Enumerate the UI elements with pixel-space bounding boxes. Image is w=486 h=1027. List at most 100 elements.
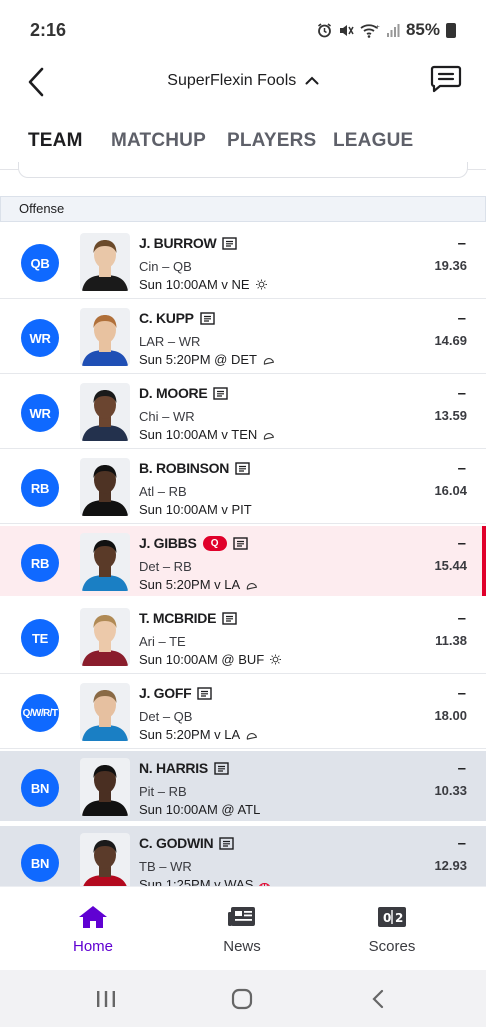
- row-divider: [0, 298, 486, 299]
- player-headshot[interactable]: [80, 533, 130, 591]
- roster-row[interactable]: BN N. HARRIS Pit – RB Sun 10:00AM @ ATL – 10.…: [0, 751, 486, 821]
- nav-news[interactable]: News: [182, 905, 302, 955]
- home-system-button[interactable]: [222, 986, 262, 1012]
- position-badge[interactable]: BN: [21, 844, 59, 882]
- roster-row[interactable]: TE T. MCBRIDE Ari – TE Sun 10:00AM @ BUF – 11…: [0, 601, 486, 671]
- player-note-icon[interactable]: [213, 386, 229, 400]
- player-name[interactable]: B. ROBINSON: [139, 460, 229, 476]
- player-headshot[interactable]: [80, 458, 130, 516]
- position-badge[interactable]: WR: [21, 394, 59, 432]
- player-note-icon[interactable]: [222, 236, 238, 250]
- player-name[interactable]: D. MOORE: [139, 385, 208, 401]
- player-headshot[interactable]: [80, 758, 130, 816]
- player-headshot[interactable]: [80, 833, 130, 886]
- section-header-offense: Offense: [0, 196, 486, 222]
- back-chevron-icon: [372, 989, 384, 1009]
- nav-home[interactable]: Home: [33, 905, 153, 955]
- player-headshot[interactable]: [80, 683, 130, 741]
- position-badge[interactable]: WR: [21, 319, 59, 357]
- chat-button[interactable]: [430, 64, 470, 100]
- player-photo: [80, 233, 130, 291]
- projection-status: –: [457, 610, 466, 627]
- player-headshot[interactable]: [80, 308, 130, 366]
- league-switcher[interactable]: SuperFlexin Fools: [0, 72, 486, 90]
- news-icon: [228, 907, 255, 926]
- projection-status: –: [457, 760, 466, 777]
- tab-players[interactable]: PLAYERS: [227, 118, 316, 152]
- row-divider: [0, 373, 486, 374]
- player-team-position: Pit – RB: [139, 784, 187, 799]
- player-headshot[interactable]: [80, 383, 130, 441]
- battery-percent: 85%: [405, 20, 440, 39]
- roster-row[interactable]: RB J. GIBBS Q Det – RB Sun 5:20PM v LA – 15.44: [0, 526, 486, 596]
- system-nav: [0, 970, 486, 1027]
- svg-text:2: 2: [395, 911, 403, 925]
- player-note-icon[interactable]: [235, 461, 250, 475]
- position-badge[interactable]: RB: [21, 544, 59, 582]
- player-name[interactable]: J. GIBBS: [139, 535, 197, 551]
- scores-icon: 02: [378, 907, 406, 927]
- system-back-button[interactable]: [358, 986, 398, 1012]
- player-points: 11.38: [435, 633, 467, 648]
- player-note-icon[interactable]: [222, 611, 237, 625]
- player-name-line: J. BURROW: [139, 235, 238, 251]
- player-name-line: T. MCBRIDE: [139, 610, 237, 626]
- wind-icon: [259, 883, 271, 886]
- player-name[interactable]: T. MCBRIDE: [139, 610, 216, 626]
- player-name[interactable]: J. GOFF: [139, 685, 192, 701]
- roster-row[interactable]: BN C. GODWIN TB – WR Sun 1:25PM v WAS – 12.93: [0, 826, 486, 886]
- player-note-icon[interactable]: [214, 761, 229, 775]
- position-badge[interactable]: QB: [21, 244, 59, 282]
- player-note-icon[interactable]: [232, 536, 248, 550]
- player-note-icon[interactable]: [197, 686, 213, 700]
- game-info: Sun 10:00AM v PIT: [139, 502, 252, 517]
- position-badge[interactable]: BN: [21, 769, 59, 807]
- projection-status: –: [457, 685, 466, 702]
- player-team-position: Atl – RB: [139, 484, 187, 499]
- tab-matchup[interactable]: MATCHUP: [111, 118, 206, 152]
- game-time: Sun 10:00AM v NE: [139, 277, 250, 292]
- game-time: Sun 5:20PM v LA: [139, 577, 241, 592]
- home-circle-icon: [231, 988, 253, 1010]
- player-note-icon[interactable]: [199, 311, 215, 325]
- game-time: Sun 10:00AM v PIT: [139, 502, 252, 517]
- player-name[interactable]: N. HARRIS: [139, 760, 208, 776]
- roster-row[interactable]: RB B. ROBINSON Atl – RB Sun 10:00AM v PIT – 1…: [0, 451, 486, 521]
- player-headshot[interactable]: [80, 233, 130, 291]
- roster-row[interactable]: WR C. KUPP LAR – WR Sun 5:20PM @ DET – 14.69: [0, 301, 486, 371]
- row-divider: [0, 523, 486, 524]
- game-time: Sun 10:00AM @ ATL: [139, 802, 261, 817]
- cloud-icon: [264, 433, 275, 440]
- recents-button[interactable]: [86, 986, 126, 1012]
- player-note-icon[interactable]: [219, 836, 234, 850]
- player-points: 18.00: [434, 708, 467, 723]
- projection-status: –: [457, 235, 466, 252]
- game-info: Sun 5:20PM v LA: [139, 577, 258, 592]
- player-points: 15.44: [434, 558, 467, 573]
- nav-scores[interactable]: 02 Scores: [332, 905, 452, 955]
- player-name[interactable]: J. BURROW: [139, 235, 217, 251]
- alarm-icon: [317, 22, 331, 37]
- svg-text:0: 0: [383, 911, 391, 925]
- roster-row[interactable]: QB J. BURROW Cin – QB Sun 10:00AM v NE – 19.3…: [0, 226, 486, 296]
- player-team-position: Chi – WR: [139, 409, 195, 424]
- position-badge[interactable]: RB: [21, 469, 59, 507]
- roster-row[interactable]: WR D. MOORE Chi – WR Sun 10:00AM v TEN – 13.5…: [0, 376, 486, 446]
- roster-row[interactable]: Q/W/R/T J. GOFF Det – QB Sun 5:20PM v LA – 18…: [0, 676, 486, 746]
- tab-league[interactable]: LEAGUE: [333, 118, 413, 152]
- player-name-line: C. GODWIN: [139, 835, 234, 851]
- player-photo: [80, 383, 130, 441]
- bottom-nav: Home News 02 Scores: [0, 886, 486, 970]
- player-headshot[interactable]: [80, 608, 130, 666]
- recents-icon: [97, 991, 115, 1007]
- player-photo: [80, 608, 130, 666]
- player-name[interactable]: C. KUPP: [139, 310, 194, 326]
- position-badge[interactable]: TE: [21, 619, 59, 657]
- projection-status: –: [457, 835, 466, 852]
- position-badge[interactable]: Q/W/R/T: [21, 694, 59, 732]
- projection-status: –: [457, 535, 466, 552]
- game-info: Sun 10:00AM @ ATL: [139, 802, 260, 817]
- player-name[interactable]: C. GODWIN: [139, 835, 214, 851]
- tab-team[interactable]: TEAM: [18, 118, 93, 167]
- mute-icon: [339, 24, 354, 36]
